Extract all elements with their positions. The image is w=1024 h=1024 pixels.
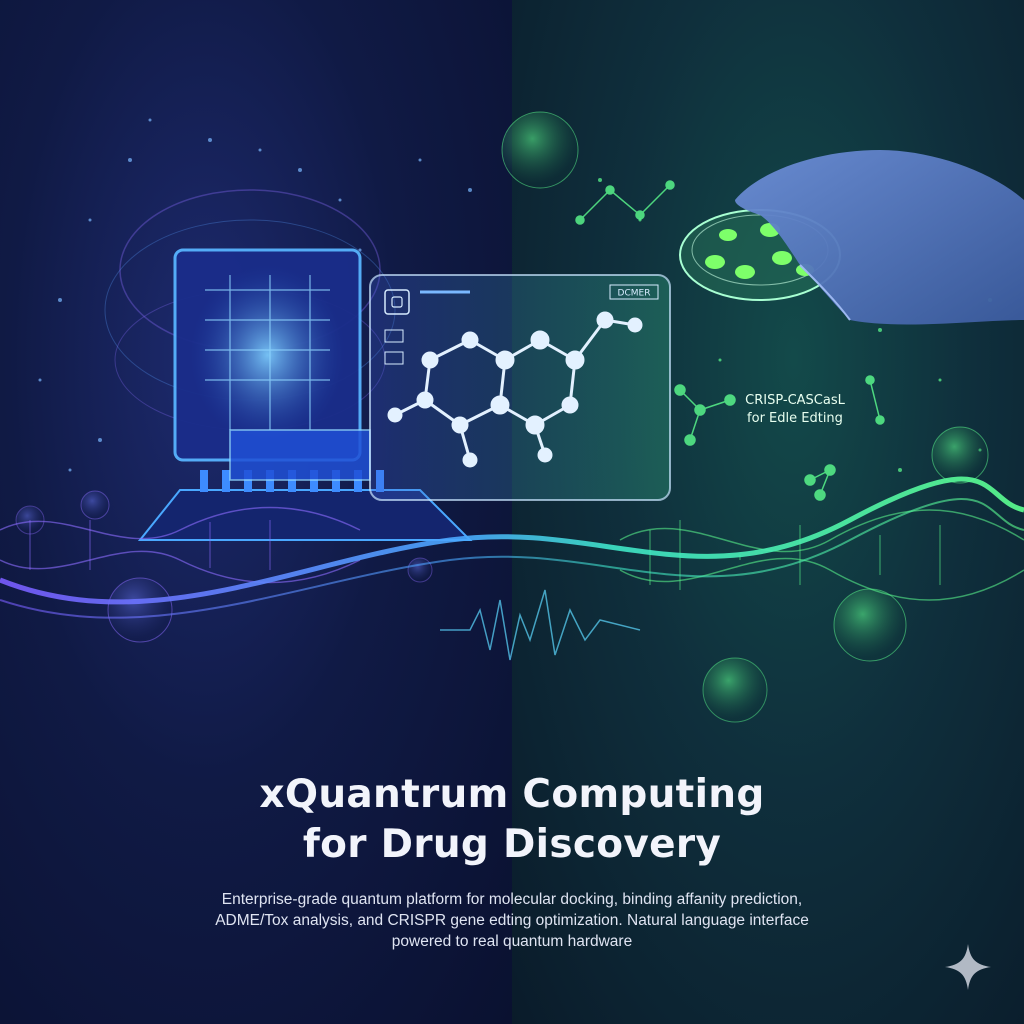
title-line2: for Drug Discovery	[302, 822, 722, 867]
description-line3: powered to real quantum hardware	[391, 933, 633, 950]
sparkle-icon	[945, 944, 991, 990]
title-line1: xQuantrum Computing	[259, 772, 765, 817]
description: Enterprise-grade quantum platform for mo…	[180, 889, 844, 952]
crispr-label-line2: for Edle Edting	[747, 411, 843, 426]
hero-banner: DCMER CRISP-CASCasL for Edle Edting xQua…	[0, 0, 1024, 1024]
panel-badge: DCMER	[618, 289, 651, 299]
molecule-panel: DCMER	[369, 274, 671, 501]
crispr-label-line1: CRISP-CASCasL	[745, 393, 845, 408]
description-line1: Enterprise-grade quantum platform for mo…	[221, 891, 803, 908]
description-line2: ADME/Tox analysis, and CRISPR gene edtin…	[215, 912, 809, 929]
hero-illustration: DCMER CRISP-CASCasL for Edle Edting	[0, 111, 1024, 723]
page-title: xQuantrum Computing for Drug Discovery	[0, 770, 1024, 870]
